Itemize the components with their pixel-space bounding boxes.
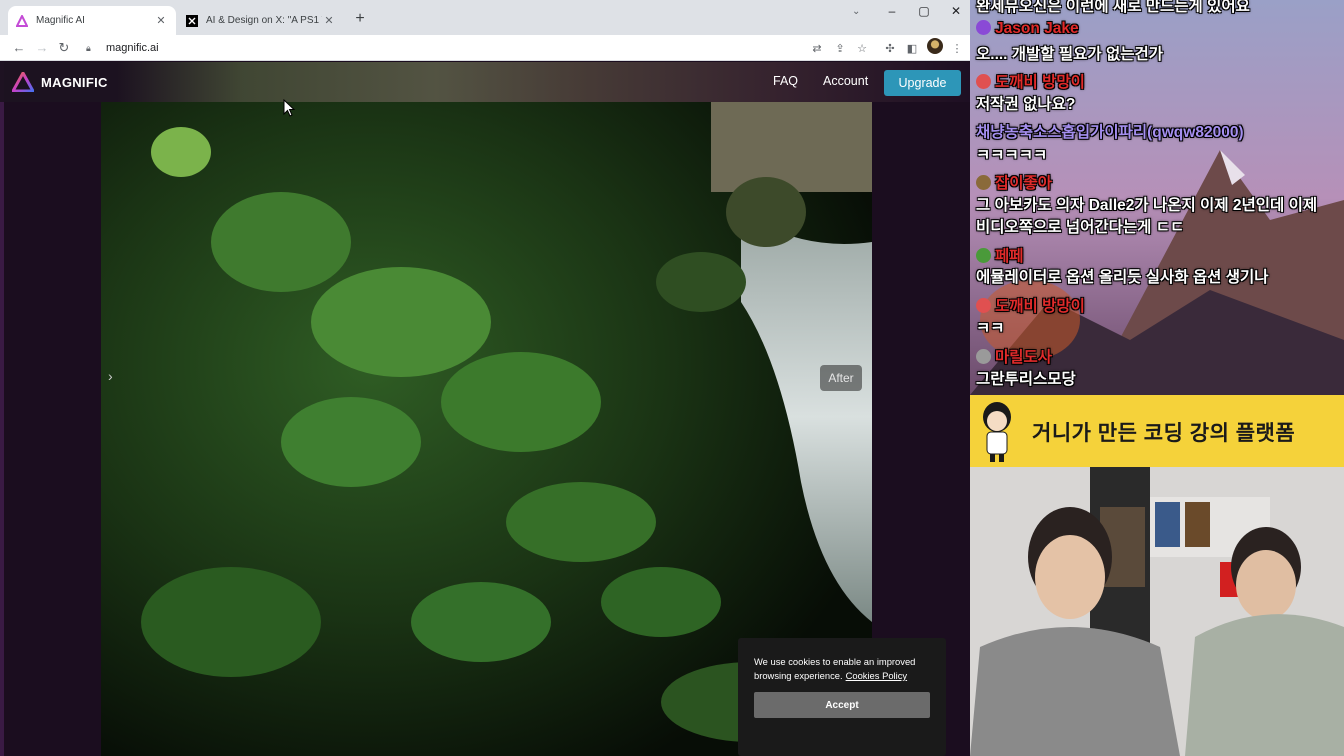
- back-icon[interactable]: ←: [10, 39, 28, 57]
- chat-text: 그 아보카도 의자 Dalle2가 나온지 이제 2년인데 이제: [976, 197, 1318, 214]
- tab-title: AI & Design on X: "A PS1 Tekk: [206, 15, 322, 26]
- new-tab-icon[interactable]: +: [350, 9, 370, 29]
- chat-username: Jason Jake: [976, 20, 1079, 38]
- chat-text: 채냥농축소스홉입가이파리(qwqw82000): [976, 124, 1244, 141]
- mouse-cursor-icon: [283, 99, 295, 117]
- account-link[interactable]: Account: [823, 74, 868, 88]
- magnific-logo[interactable]: MAGNIFIC: [12, 72, 108, 92]
- magnific-favicon-icon: [16, 14, 28, 27]
- maximize-icon[interactable]: ▢: [914, 4, 934, 18]
- chat-message: 완세뮤오신은 이런에 새로 만드는게 있어요: [976, 0, 1250, 16]
- reload-icon[interactable]: ↻: [55, 39, 73, 57]
- chat-text: 도깨비 방망이: [995, 74, 1085, 91]
- frog-badge-icon: [976, 248, 991, 263]
- lock-icon: 🔒︎: [86, 42, 91, 53]
- close-tab-icon[interactable]: ✕: [154, 14, 168, 27]
- magnific-logo-icon: [12, 72, 34, 92]
- red-face-badge-icon: [976, 74, 991, 89]
- tab-search-chevron-icon[interactable]: ⌄: [852, 6, 860, 17]
- webcam-image: [970, 467, 1344, 756]
- browser-window: Magnific AI ✕ AI & Design on X: "A PS1 T…: [0, 0, 970, 756]
- chat-text: ㅋㅋ: [976, 320, 1005, 337]
- url-text: magnific.ai: [106, 42, 159, 54]
- chat-text: 마릴도사: [995, 349, 1053, 366]
- promo-banner: 거니가 만든 코딩 강의 플랫폼: [970, 395, 1344, 467]
- mascot-character-icon: [983, 402, 1011, 462]
- translate-icon[interactable]: ⇄: [808, 39, 826, 57]
- webcam-feed: [970, 467, 1344, 756]
- tab-title: Magnific AI: [36, 15, 85, 26]
- logo-text: MAGNIFIC: [41, 74, 108, 90]
- share-icon[interactable]: ⇪: [831, 39, 849, 57]
- chat-panel: 완세뮤오신은 이런에 새로 만드는게 있어요 Jason Jake 오.... 개발…: [970, 0, 1344, 395]
- chat-message: ㅋㅋㅋㅋㅋ: [976, 143, 1047, 165]
- chat-message: 그 아보카도 의자 Dalle2가 나온지 이제 2년인데 이제: [976, 193, 1317, 215]
- screen: Magnific AI ✕ AI & Design on X: "A PS1 T…: [0, 0, 1344, 756]
- magnific-page: MAGNIFIC FAQ Account Upgrade › After We …: [0, 62, 970, 756]
- chat-text: 비디오쪽으로 넘어간다는게 ㄷㄷ: [976, 219, 1185, 236]
- chat-text: 그란투리스모당: [976, 371, 1076, 388]
- chat-text: ㅋㅋㅋㅋㅋ: [976, 147, 1048, 164]
- close-tab-icon[interactable]: ✕: [322, 14, 336, 27]
- minimize-icon[interactable]: –: [882, 4, 902, 18]
- cookies-policy-link[interactable]: Cookies Policy: [846, 670, 907, 681]
- chat-text: 잡이좋아: [995, 175, 1053, 192]
- brown-badge-icon: [976, 175, 991, 190]
- purple-badge-icon: [976, 20, 991, 35]
- chat-message: 비디오쪽으로 넘어간다는게 ㄷㄷ: [976, 215, 1184, 237]
- chat-message: 에뮬레이터로 옵션 올리듯 실사화 옵션 생기나: [976, 265, 1268, 287]
- upgrade-button[interactable]: Upgrade: [884, 70, 961, 96]
- chat-text: Jason Jake: [995, 20, 1079, 37]
- tab-x-post[interactable]: AI & Design on X: "A PS1 Tekk ✕: [178, 6, 344, 35]
- chat-username: 도깨비 방망이: [976, 70, 1085, 92]
- chat-username: 잡이좋아: [976, 171, 1052, 193]
- grey-badge-icon: [976, 349, 991, 364]
- extensions-icon[interactable]: ✣: [881, 39, 899, 57]
- chat-text: 도깨비 방망이: [995, 298, 1085, 315]
- chat-username: 마릴도사: [976, 345, 1052, 367]
- banner-text: 거니가 만든 코딩 강의 플랫폼: [1032, 422, 1296, 445]
- chat-message: 그란투리스모당: [976, 367, 1076, 389]
- left-edge-accent: [0, 62, 4, 756]
- chevron-right-icon[interactable]: ›: [108, 368, 113, 384]
- chat-text: 완세뮤오신은 이런에 새로 만드는게 있어요: [976, 0, 1250, 15]
- after-label: After: [820, 365, 862, 391]
- chat-text: 에뮬레이터로 옵션 올리듯 실사화 옵션 생기나: [976, 269, 1269, 286]
- tab-magnific[interactable]: Magnific AI ✕: [8, 6, 176, 35]
- browser-toolbar: ← → ↻ 🔒︎ magnific.ai ⇄ ⇪ ☆ ✣ ◧ ⋮: [0, 35, 970, 61]
- profile-avatar[interactable]: [927, 38, 943, 54]
- stream-overlay: 완세뮤오신은 이런에 새로 만드는게 있어요 Jason Jake 오.... 개발…: [970, 0, 1344, 756]
- tab-strip: Magnific AI ✕ AI & Design on X: "A PS1 T…: [0, 0, 970, 35]
- chat-text: 오.... 개발할 필요가 없는건가: [976, 46, 1164, 63]
- chat-message: 오.... 개발할 필요가 없는건가: [976, 42, 1163, 64]
- faq-link[interactable]: FAQ: [773, 74, 798, 88]
- chat-message: 저작권 없나요?: [976, 92, 1075, 114]
- site-header: MAGNIFIC FAQ Account Upgrade: [0, 62, 970, 102]
- chat-message: ㅋㅋ: [976, 316, 1005, 338]
- close-window-icon[interactable]: ✕: [946, 4, 966, 18]
- chat-username: 도깨비 방망이: [976, 294, 1085, 316]
- address-bar[interactable]: 🔒︎ magnific.ai: [80, 37, 800, 59]
- chat-username: 페페: [976, 244, 1024, 266]
- menu-kebab-icon[interactable]: ⋮: [948, 39, 966, 57]
- chat-text: 페페: [995, 248, 1024, 265]
- cookie-text-block: We use cookies to enable an improved bro…: [754, 655, 934, 683]
- chat-text: 저작권 없나요?: [976, 96, 1076, 113]
- accept-cookies-button[interactable]: Accept: [754, 692, 930, 718]
- forward-icon[interactable]: →: [33, 39, 51, 57]
- red-face-badge-icon: [976, 298, 991, 313]
- cookie-banner: We use cookies to enable an improved bro…: [738, 638, 946, 756]
- side-panel-icon[interactable]: ◧: [903, 39, 921, 57]
- x-favicon-icon: [186, 14, 198, 27]
- chat-username: 채냥농축소스홉입가이파리(qwqw82000): [976, 120, 1244, 142]
- bookmark-star-icon[interactable]: ☆: [853, 39, 871, 57]
